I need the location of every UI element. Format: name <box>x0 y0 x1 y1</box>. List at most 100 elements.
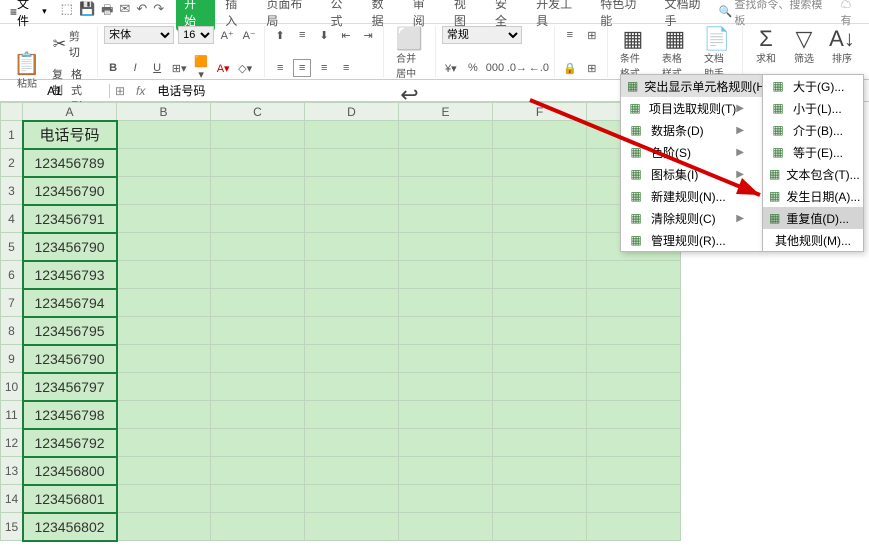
cell[interactable] <box>399 513 493 541</box>
new-icon[interactable]: ⬚ <box>61 1 73 23</box>
cell[interactable] <box>493 261 587 289</box>
cell[interactable] <box>117 345 211 373</box>
cell[interactable] <box>117 513 211 541</box>
cell[interactable] <box>399 401 493 429</box>
align-right-button[interactable]: ≡ <box>315 59 333 77</box>
menu-item[interactable]: ▦介于(B)... <box>763 119 863 141</box>
cell[interactable] <box>493 177 587 205</box>
cell[interactable] <box>493 345 587 373</box>
undo-icon[interactable]: ↶ <box>136 1 147 23</box>
cell[interactable] <box>493 429 587 457</box>
cell[interactable] <box>117 177 211 205</box>
menu-item[interactable]: ▦突出显示单元格规则(H)▶ <box>621 75 762 97</box>
cell[interactable] <box>493 205 587 233</box>
clear-format-button[interactable]: ◇▾ <box>236 59 254 77</box>
sort-button[interactable]: A↓ 排序 <box>825 26 859 67</box>
col-header-E[interactable]: E <box>399 103 493 121</box>
italic-button[interactable]: I <box>126 59 144 77</box>
cell[interactable]: 123456798 <box>23 401 117 429</box>
number-format-select[interactable]: 常规 <box>442 26 522 44</box>
cell[interactable] <box>305 149 399 177</box>
menu-item[interactable]: ▦文本包含(T)... <box>763 163 863 185</box>
print-icon[interactable]: 🖶 <box>101 1 113 23</box>
cols-button[interactable]: ⊞ <box>583 26 601 44</box>
menu-item[interactable]: ▦图标集(I)▶ <box>621 163 762 185</box>
cell[interactable] <box>493 289 587 317</box>
cell[interactable]: 123456794 <box>23 289 117 317</box>
cell[interactable]: 123456797 <box>23 373 117 401</box>
cell[interactable] <box>587 345 681 373</box>
save-icon[interactable]: 💾 <box>79 1 95 23</box>
cell[interactable] <box>587 289 681 317</box>
cell[interactable] <box>399 261 493 289</box>
cell[interactable] <box>399 289 493 317</box>
cell[interactable] <box>399 345 493 373</box>
cell[interactable] <box>117 401 211 429</box>
cell[interactable] <box>587 373 681 401</box>
row-header[interactable]: 10 <box>1 373 23 401</box>
menu-item[interactable]: ▦大于(G)... <box>763 75 863 97</box>
cell[interactable] <box>493 485 587 513</box>
cell[interactable] <box>211 401 305 429</box>
select-all-corner[interactable] <box>1 103 23 121</box>
cell[interactable] <box>493 373 587 401</box>
menu-item[interactable]: ▦数据条(D)▶ <box>621 119 762 141</box>
cell[interactable] <box>305 373 399 401</box>
cell[interactable]: 123456792 <box>23 429 117 457</box>
cell[interactable]: 123456790 <box>23 177 117 205</box>
cell[interactable] <box>211 205 305 233</box>
cut-button[interactable]: ✂ 剪切 <box>48 26 91 62</box>
cell[interactable]: 123456790 <box>23 345 117 373</box>
col-header-D[interactable]: D <box>305 103 399 121</box>
menu-item[interactable]: ▦发生日期(A)... <box>763 185 863 207</box>
cell[interactable] <box>117 149 211 177</box>
underline-button[interactable]: U <box>148 59 166 77</box>
cell[interactable] <box>493 121 587 149</box>
bold-button[interactable]: B <box>104 59 122 77</box>
cell[interactable] <box>493 401 587 429</box>
menu-item[interactable]: ▦色阶(S)▶ <box>621 141 762 163</box>
cell[interactable] <box>493 317 587 345</box>
row-header[interactable]: 12 <box>1 429 23 457</box>
cell[interactable] <box>399 457 493 485</box>
cell[interactable] <box>305 401 399 429</box>
cell[interactable] <box>399 121 493 149</box>
col-header-B[interactable]: B <box>117 103 211 121</box>
comma-button[interactable]: 000 <box>486 59 504 77</box>
cell[interactable]: 123456801 <box>23 485 117 513</box>
merge-center-button[interactable]: ⬜ 合并居中 <box>390 26 429 82</box>
percent-button[interactable]: % <box>464 59 482 77</box>
rows-button[interactable]: ≡ <box>561 26 579 44</box>
cell[interactable] <box>117 121 211 149</box>
col-header-F[interactable]: F <box>493 103 587 121</box>
cell[interactable] <box>493 233 587 261</box>
cell[interactable]: 电话号码 <box>23 121 117 149</box>
cell[interactable] <box>493 457 587 485</box>
cell[interactable]: 123456800 <box>23 457 117 485</box>
increase-decimal-button[interactable]: .0→ <box>508 59 526 77</box>
cell[interactable] <box>399 205 493 233</box>
menu-item[interactable]: ▦清除规则(C)▶ <box>621 207 762 229</box>
cell[interactable] <box>117 457 211 485</box>
cell[interactable] <box>117 373 211 401</box>
cell[interactable] <box>587 457 681 485</box>
cell[interactable] <box>399 149 493 177</box>
menu-item[interactable]: ▦项目选取规则(T)▶ <box>621 97 762 119</box>
cell[interactable] <box>117 233 211 261</box>
cell[interactable]: 123456791 <box>23 205 117 233</box>
insert-button[interactable]: ⊞ <box>583 59 601 77</box>
menu-item[interactable]: ▦管理规则(R)... <box>621 229 762 251</box>
menu-item[interactable]: ▦重复值(D)... <box>763 207 863 229</box>
cell[interactable] <box>587 485 681 513</box>
cell[interactable] <box>399 233 493 261</box>
menu-item[interactable]: 其他规则(M)... <box>763 229 863 251</box>
cell[interactable] <box>587 317 681 345</box>
cell[interactable] <box>399 373 493 401</box>
cell[interactable] <box>211 345 305 373</box>
font-size-select[interactable]: 16 <box>178 26 214 44</box>
decrease-decimal-button[interactable]: ←.0 <box>530 59 548 77</box>
cell[interactable] <box>493 513 587 541</box>
cloud-status[interactable]: ☁ 有 <box>841 0 865 28</box>
indent-right-button[interactable]: ⇥ <box>359 26 377 44</box>
row-header[interactable]: 11 <box>1 401 23 429</box>
